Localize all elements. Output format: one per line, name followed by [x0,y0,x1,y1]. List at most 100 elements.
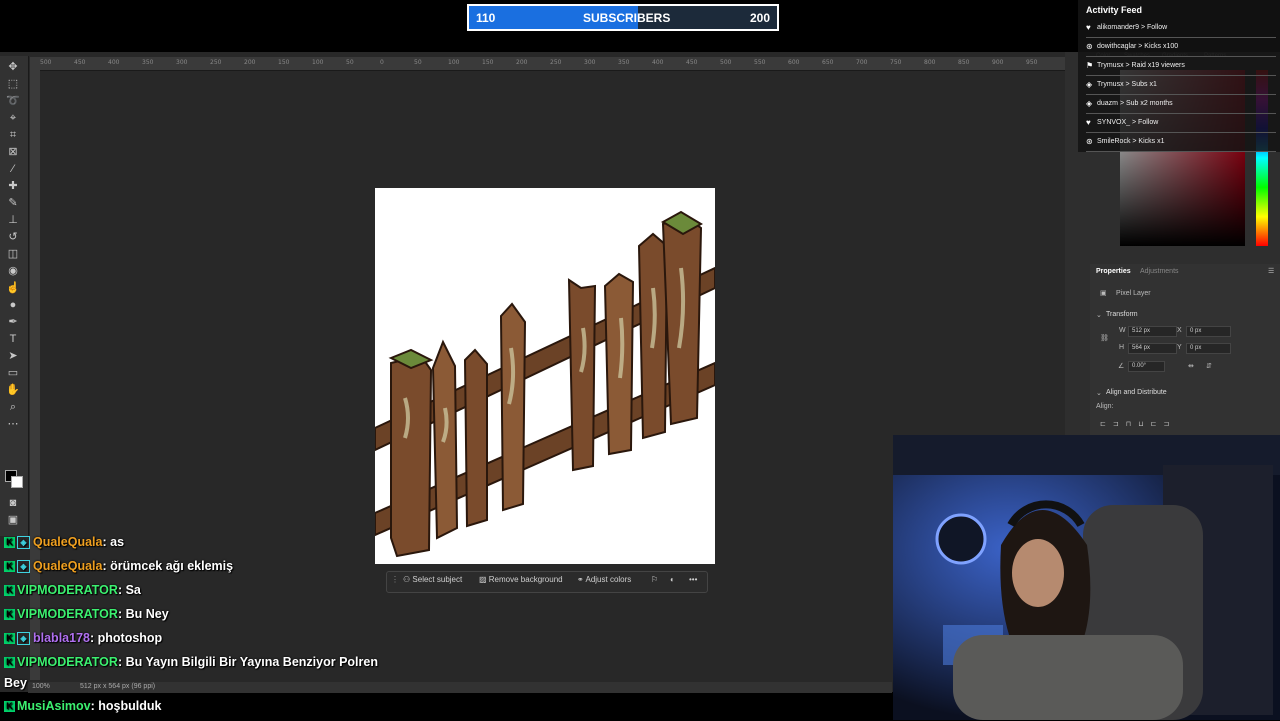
raid-icon: ⚑ [1086,61,1094,70]
screen-mode-icon[interactable]: ▣ [4,513,22,527]
type-tool-icon[interactable]: T [4,332,22,346]
ruler-tick-label: 350 [142,59,154,66]
activity-feed-item: ⊛ dowithcaglar > Kicks x100 [1086,38,1276,57]
healing-tool-icon[interactable]: ✚ [4,179,22,193]
quick-mask-icon[interactable]: ◙ [4,496,22,510]
flip-horizontal-icon[interactable]: ⇹ [1188,362,1194,370]
activity-feed-text: SYNVOX_ > Follow [1097,119,1159,126]
dodge-tool-icon[interactable]: ● [4,298,22,312]
subscriber-badge-icon: ◈ [17,632,30,646]
chat-message: K ◈ QualeQuala: örümcek ağı eklemiş [4,559,233,581]
chat-text: Bey [4,676,27,690]
width-field[interactable]: 512 px [1128,326,1177,337]
properties-panel: Properties Adjustments ☰ ▣ Pixel Layer ⌄… [1090,264,1280,437]
chat-username[interactable]: VIPMODERATOR [17,655,118,669]
sub-icon: ◈ [1086,99,1093,108]
move-tool-icon[interactable]: ✥ [4,60,22,74]
chat-text: : as [102,535,125,549]
align-distribute-label: Align and Distribute [1106,389,1167,396]
subscriber-target: 200 [749,11,770,25]
hand-tool-icon[interactable]: ✋ [4,383,22,397]
activity-feed-item: ⚑ Trymusx > Raid x19 viewers [1086,57,1276,76]
align-sub-label: Align: [1096,403,1114,410]
y-label: Y [1177,344,1182,351]
path-select-tool-icon[interactable]: ➤ [4,349,22,363]
document-canvas[interactable] [374,188,716,564]
link-icon[interactable]: ⛓ [1100,334,1109,342]
chat-username[interactable]: MusiAsimov [17,699,91,713]
chat-message: K VIPMODERATOR: Sa [4,583,141,605]
object-select-tool-icon[interactable]: ⌖ [4,111,22,125]
zoom-tool-icon[interactable]: ⌕ [4,400,22,414]
rectangle-tool-icon[interactable]: ▭ [4,366,22,380]
tab-properties[interactable]: Properties [1096,268,1131,275]
x-field[interactable]: 0 px [1186,326,1231,337]
tab-adjustments[interactable]: Adjustments [1140,268,1179,275]
chat-overlay: K ◈ QualeQuala: as K ◈ QualeQuala: örümcek ağ… [0,532,893,720]
brush-tool-icon[interactable]: ✎ [4,196,22,210]
chat-username[interactable]: VIPMODERATOR [17,583,118,597]
background-color-swatch[interactable] [11,476,23,488]
subscriber-goal-bar: 110 SUBSCRIBERS 200 [467,4,779,31]
ruler-tick-label: 400 [652,59,664,66]
align-buttons-icon[interactable]: ⊏⊐⊓⊔⊏⊐ [1100,420,1176,428]
ruler-tick-label: 500 [40,59,52,66]
ruler-tick-label: 250 [210,59,222,66]
activity-feed-text: dowithcaglar > Kicks x100 [1097,43,1179,50]
pen-tool-icon[interactable]: ✒ [4,315,22,329]
chevron-down-icon[interactable]: ⌄ [1096,311,1102,319]
chat-message: K ◈ QualeQuala: as [4,535,124,557]
activity-feed-text: Trymusx > Raid x19 viewers [1097,62,1185,69]
ruler-tick-label: 500 [720,59,732,66]
chat-username[interactable]: blabla178 [33,631,90,645]
paint-bucket-tool-icon[interactable]: ◉ [4,264,22,278]
pixel-layer-icon: ▣ [1100,290,1107,297]
angle-field[interactable]: 0.00° [1128,361,1165,372]
chat-message: K ◈ blabla178: photoshop [4,631,162,653]
streamer-webcam-image [893,435,1280,720]
ruler-tick-label: 550 [754,59,766,66]
activity-feed-item: ⊛ SmileRock > Kicks x1 [1086,133,1276,152]
y-field[interactable]: 0 px [1186,343,1231,354]
marquee-tool-icon[interactable]: ⬚ [4,77,22,91]
height-field[interactable]: 564 px [1128,343,1177,354]
flip-vertical-icon[interactable]: ⇵ [1206,362,1212,370]
frame-tool-icon[interactable]: ⊠ [4,145,22,159]
subscriber-label: SUBSCRIBERS [583,11,671,25]
fence-illustration [374,210,716,558]
ruler-tick-label: 300 [176,59,188,66]
sub-icon: ◈ [1086,80,1093,89]
ruler-tick-label: 950 [1026,59,1038,66]
crop-tool-icon[interactable]: ⌗ [4,128,22,142]
layer-type-label: Pixel Layer [1116,290,1151,297]
more-tools-icon[interactable]: ⋯ [4,417,22,431]
kick-badge-icon: K [4,609,15,621]
ruler-tick-label: 450 [686,59,698,66]
x-label: X [1177,327,1182,334]
ruler-tick-label: 150 [278,59,290,66]
activity-feed: Activity Feed ♥ alikomander9 > Follow ⊛ dow… [1078,0,1280,152]
w-label: W [1119,327,1126,334]
eraser-tool-icon[interactable]: ◫ [4,247,22,261]
kick-badge-icon: K [4,701,15,713]
stamp-tool-icon[interactable]: ⊥ [4,213,22,227]
activity-feed-text: alikomander9 > Follow [1097,24,1168,31]
chat-username[interactable]: QualeQuala [33,559,102,573]
history-brush-tool-icon[interactable]: ↺ [4,230,22,244]
panel-menu-icon[interactable]: ☰ [1268,267,1274,275]
kick-badge-icon: K [4,633,15,645]
ruler-tick-label: 100 [312,59,324,66]
eyedropper-tool-icon[interactable]: ⁄ [4,162,22,176]
chevron-down-icon[interactable]: ⌄ [1096,389,1102,397]
subscriber-badge-icon: ◈ [17,536,30,550]
chat-text: : hoşbulduk [90,699,162,713]
kick-icon: ⊛ [1086,137,1093,146]
chat-username[interactable]: QualeQuala [33,535,102,549]
chat-username[interactable]: VIPMODERATOR [17,607,118,621]
chat-message: K MusiAsimov: hoşbulduk [4,699,161,721]
smudge-tool-icon[interactable]: ☝ [4,281,22,295]
heart-icon: ♥ [1086,23,1091,32]
activity-feed-item: ♥ alikomander9 > Follow [1086,19,1276,38]
lasso-tool-icon[interactable]: ➰ [4,94,22,108]
kick-badge-icon: K [4,561,15,573]
